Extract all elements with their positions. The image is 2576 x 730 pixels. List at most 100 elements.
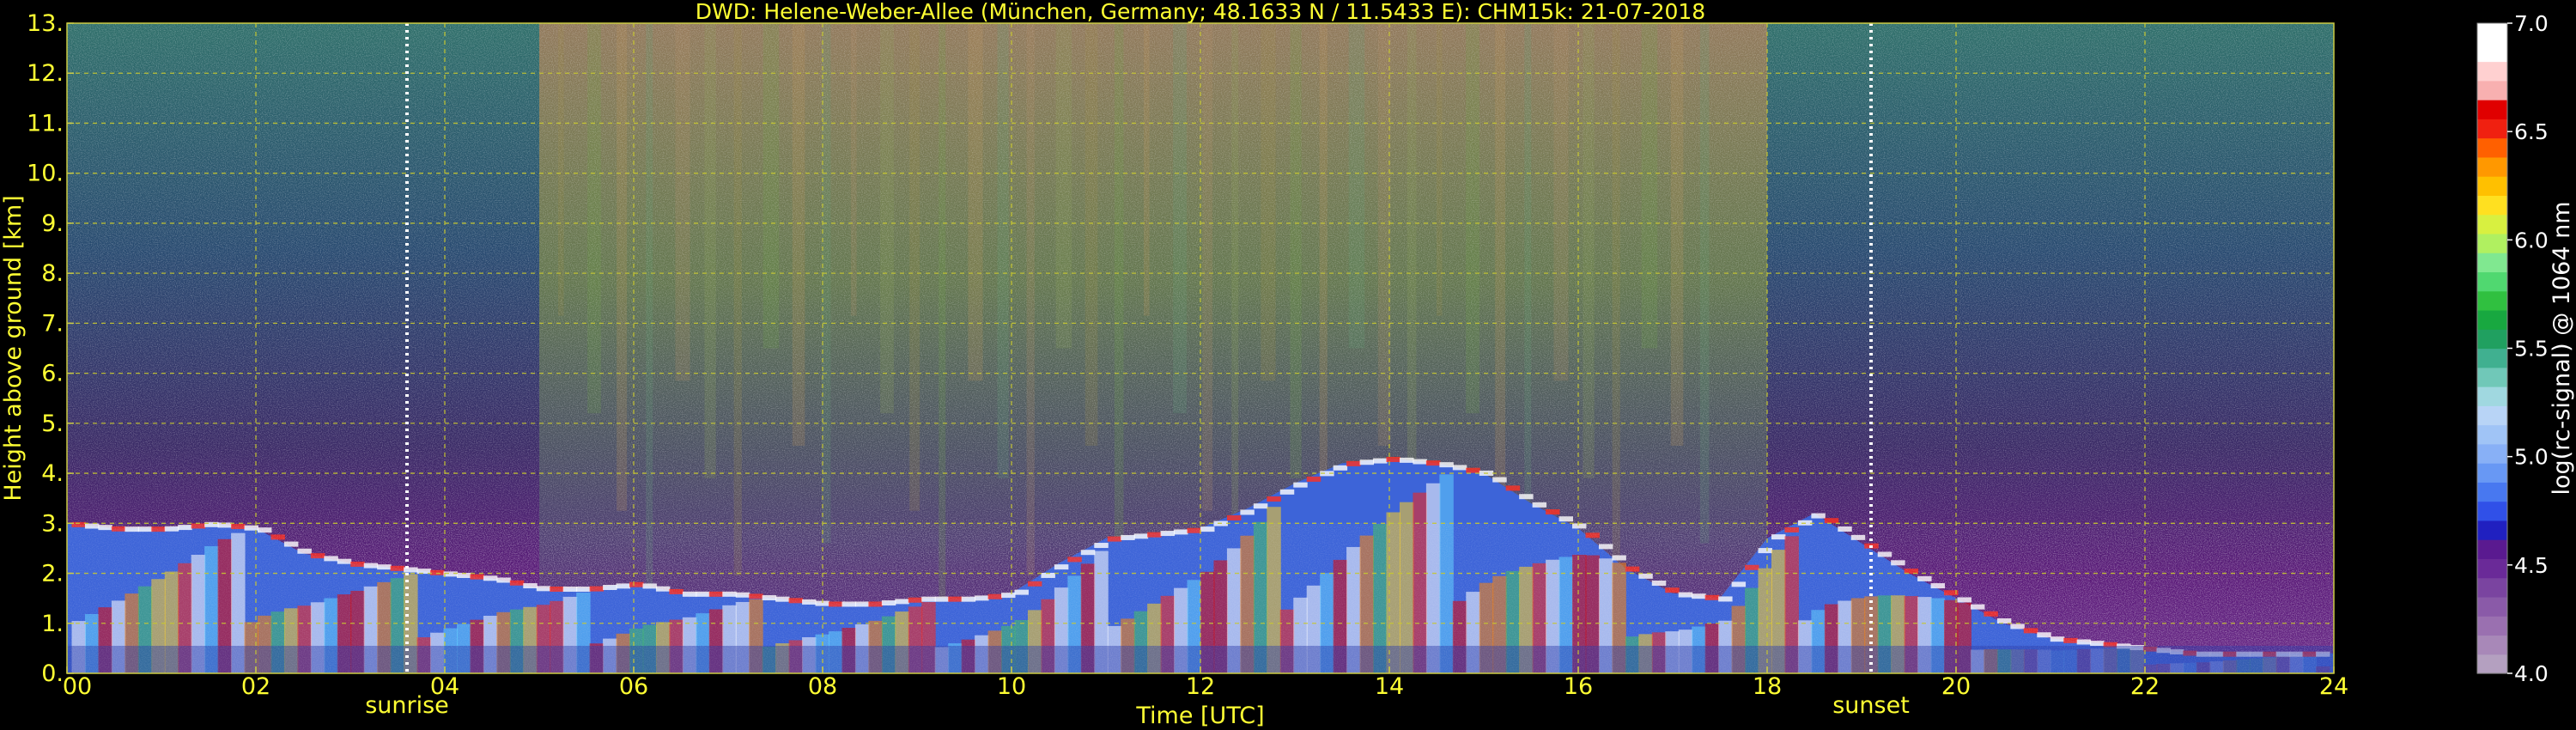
bl-top-edge: [1824, 518, 1839, 524]
y-tick-label: 0.: [41, 660, 64, 687]
colorbar-swatch: [2477, 214, 2507, 234]
colorbar-swatch: [2477, 42, 2507, 63]
colorbar-swatch: [2477, 577, 2507, 598]
bl-top-edge: [1425, 460, 1441, 466]
y-tick-label: 9.: [41, 210, 64, 237]
x-tick-label: 12: [1186, 673, 1215, 700]
colorbar-swatch: [2477, 156, 2507, 177]
x-tick-label: 08: [808, 673, 837, 700]
colorbar-tick-label: 5.0: [2514, 445, 2549, 470]
y-tick-label: 13.: [27, 10, 64, 37]
y-tick-label: 5.: [41, 411, 64, 437]
colorbar-swatch: [2477, 654, 2507, 674]
colorbar-tick-label: 4.5: [2514, 553, 2549, 578]
x-axis-label: Time [UTC]: [1135, 703, 1264, 729]
colorbar-label: log(rc-signal) @ 1064 nm: [2549, 201, 2575, 495]
colorbar-swatch: [2477, 61, 2507, 82]
x-tick-label: 04: [430, 673, 459, 700]
colorbar-swatch: [2477, 309, 2507, 330]
bl-top-edge: [1399, 457, 1414, 463]
bl-top-edge: [1386, 456, 1400, 462]
colorbar-swatch: [2477, 290, 2507, 311]
y-tick-label: 10.: [27, 161, 64, 187]
colorbar-swatch: [2477, 596, 2507, 617]
bl-top-edge: [1306, 476, 1321, 482]
colorbar-swatch: [2477, 482, 2507, 502]
x-tick-label: 02: [241, 673, 270, 700]
colorbar-swatch: [2477, 501, 2507, 521]
bl-top-edge: [1466, 467, 1480, 473]
colorbar-tick-label: 6.5: [2514, 119, 2549, 144]
bl-top-edge: [1267, 496, 1281, 502]
bl-top-edge: [1519, 494, 1534, 500]
bl-top-edge: [1279, 489, 1295, 495]
bl-top-edge: [1439, 462, 1454, 468]
colorbar-swatch: [2477, 558, 2507, 579]
y-tick-label: 7.: [41, 310, 64, 337]
colorbar-swatch: [2477, 119, 2507, 139]
x-tick-label: 20: [1941, 673, 1971, 700]
colorbar-swatch: [2477, 271, 2507, 292]
colorbar-swatch: [2477, 195, 2507, 216]
bl-top-edge: [1240, 509, 1255, 515]
x-tick-label: 14: [1375, 673, 1404, 700]
bl-top-edge: [1359, 459, 1375, 465]
colorbar-tick-label: 6.0: [2514, 228, 2549, 252]
y-tick-label: 11.: [27, 110, 64, 137]
ceilometer-chart: DWD: Helene-Weber-Allee (München, German…: [0, 0, 2575, 729]
bl-top-edge: [1293, 482, 1308, 488]
colorbar-swatch: [2477, 329, 2507, 350]
colorbar-swatch: [2477, 386, 2507, 406]
y-tick-label: 6.: [41, 361, 64, 387]
bl-top-edge: [1492, 477, 1507, 483]
colorbar: 4.0 4.5 5.0 5.5 6.0 6.5 7.0: [2476, 11, 2549, 686]
colorbar-swatch: [2477, 616, 2507, 636]
x-tick-label: 18: [1753, 673, 1782, 700]
colorbar-tick-label: 7.0: [2514, 11, 2549, 36]
colorbar-swatch: [2477, 252, 2507, 273]
colorbar-swatch: [2477, 176, 2507, 196]
bl-top-edge: [1346, 460, 1361, 466]
bl-top-edge: [1532, 502, 1547, 508]
colorbar-swatch: [2477, 424, 2507, 445]
bl-top-edge: [1333, 465, 1348, 471]
y-tick-label: 1.: [41, 611, 64, 637]
colorbar-swatch: [2477, 348, 2507, 368]
colorbar-tick-label: 4.0: [2514, 661, 2549, 686]
colorbar-swatch: [2477, 443, 2507, 464]
bl-top-edge: [1373, 458, 1388, 464]
y-tick-label: 2.: [41, 561, 64, 587]
colorbar-swatch: [2477, 463, 2507, 483]
chart-title: DWD: Helene-Weber-Allee (München, German…: [696, 0, 1705, 24]
colorbar-swatch: [2477, 137, 2507, 158]
colorbar-swatch: [2477, 635, 2507, 655]
bl-top-edge: [1811, 513, 1826, 519]
x-tick-label: 24: [2319, 673, 2348, 700]
colorbar-swatch: [2477, 80, 2507, 100]
colorbar-swatch: [2477, 520, 2507, 540]
sunset-label: sunset: [1832, 692, 1910, 719]
x-tick-label: 06: [619, 673, 648, 700]
colorbar-swatch: [2477, 405, 2507, 426]
bl-top-edge: [1505, 485, 1521, 491]
x-tick-label: 16: [1564, 673, 1593, 700]
bl-top-edge: [1452, 465, 1467, 471]
bl-top-edge: [1226, 515, 1242, 521]
colorbar-swatch: [2477, 23, 2507, 43]
x-tick-label: 10: [997, 673, 1026, 700]
colorbar-tick-label: 5.5: [2514, 337, 2549, 362]
y-tick-label: 8.: [41, 260, 64, 287]
y-tick-label: 4.: [41, 460, 64, 487]
colorbar-swatch: [2477, 367, 2507, 387]
y-axis-label: Height above ground [km]: [0, 195, 27, 501]
colorbar-swatch: [2477, 233, 2507, 253]
colorbar-swatch: [2477, 100, 2507, 119]
bl-top-edge: [1546, 509, 1560, 515]
colorbar-swatch: [2477, 539, 2507, 560]
y-tick-label: 3.: [41, 510, 64, 537]
x-tick-label: 00: [63, 673, 92, 700]
x-tick-label: 22: [2130, 673, 2160, 700]
y-tick-label: 12.: [27, 60, 64, 87]
bl-top-edge: [1253, 503, 1268, 509]
bl-top-edge: [1413, 459, 1427, 465]
